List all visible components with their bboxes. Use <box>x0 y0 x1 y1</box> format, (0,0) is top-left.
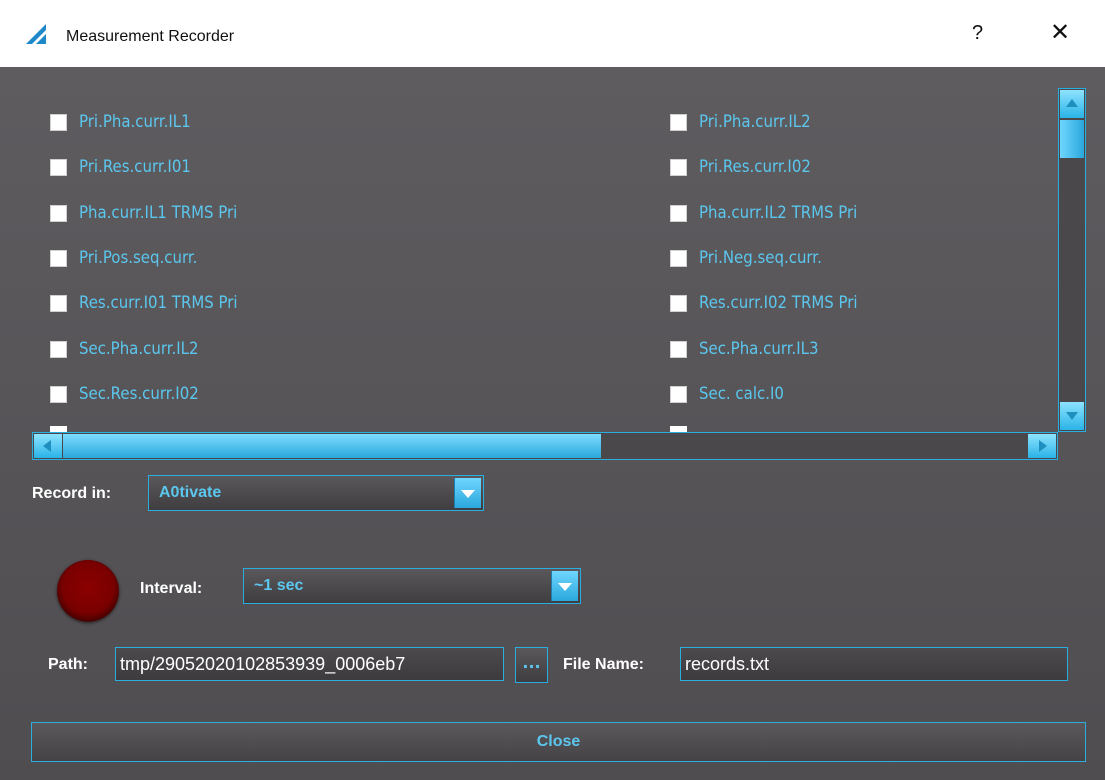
measurement-item[interactable]: Pha.curr.IL1 TRMS Pri <box>50 201 259 225</box>
checkbox[interactable] <box>50 113 67 131</box>
title-bar: Measurement Recorder ? ✕ <box>0 0 1105 67</box>
measurement-list: Pri.Pha.curr.IL1 Pri.Res.curr.I01 Pha.cu… <box>32 88 1058 432</box>
scroll-right-button[interactable] <box>1028 434 1056 458</box>
interval-dropdown[interactable]: ~1 sec <box>243 568 581 604</box>
measurement-item[interactable]: Sec.Res.curr.I02 <box>50 382 215 406</box>
checkbox[interactable] <box>670 294 687 312</box>
checkbox[interactable] <box>50 158 67 176</box>
measurement-label: Pha.curr.IL2 TRMS Pri <box>699 203 858 223</box>
scroll-up-button[interactable] <box>1060 90 1084 118</box>
checkbox[interactable] <box>670 340 687 358</box>
arrow-up-icon <box>1066 99 1078 107</box>
measurement-label: Pri.Pos.seq.curr. <box>79 248 198 268</box>
measurement-item[interactable]: Res.curr.I02 TRMS Pri <box>670 291 879 315</box>
arrow-left-icon <box>43 440 51 452</box>
measurement-label: Res.curr.I01 TRMS Pri <box>79 293 238 313</box>
measurement-item[interactable]: Pri.Pos.seq.curr. <box>50 246 214 270</box>
checkbox[interactable] <box>50 385 67 403</box>
record-in-label: Record in: <box>32 485 112 502</box>
close-button[interactable]: Close <box>31 722 1086 762</box>
checkbox[interactable] <box>50 294 67 312</box>
measurement-label: Sec.Pha.curr.IL3 <box>699 339 819 359</box>
record-in-dropdown[interactable]: A0tivate <box>148 475 484 511</box>
measurement-item[interactable]: Pri.Neg.seq.curr. <box>670 246 839 270</box>
record-button[interactable] <box>57 560 119 622</box>
measurement-item[interactable]: Res.curr.I01 TRMS Pri <box>50 291 259 315</box>
checkbox[interactable] <box>670 158 687 176</box>
chevron-down-icon <box>558 583 572 591</box>
measurement-item[interactable]: Pha.curr.IL2 TRMS Pri <box>670 201 879 225</box>
close-window-button[interactable]: ✕ <box>1050 18 1070 47</box>
record-in-value: A0tivate <box>159 484 222 501</box>
horizontal-scrollbar[interactable] <box>32 432 1058 460</box>
file-name-label: File Name: <box>563 656 644 673</box>
measurement-label: Sec.Res.curr.I02 <box>79 384 199 404</box>
browse-button[interactable]: ... <box>515 647 548 683</box>
measurement-item[interactable]: Pri.Pha.curr.IL1 <box>50 110 206 134</box>
checkbox[interactable] <box>670 113 687 131</box>
path-field[interactable]: tmp/29052020102853939_0006eb7 <box>115 647 504 681</box>
measurement-label: Pri.Res.curr.I02 <box>699 157 811 177</box>
checkbox[interactable] <box>670 385 687 403</box>
measurement-item[interactable]: Sec.Pha.curr.IL3 <box>670 337 835 361</box>
checkbox[interactable] <box>50 204 67 222</box>
path-label: Path: <box>48 656 88 673</box>
measurement-label: Pri.Neg.seq.curr. <box>699 248 822 268</box>
dropdown-arrow-button[interactable] <box>551 571 578 601</box>
interval-label: Interval: <box>140 580 203 597</box>
measurement-item[interactable]: Pri.Res.curr.I02 <box>670 155 826 179</box>
chevron-down-icon <box>461 490 475 498</box>
measurement-label: Res.curr.I02 TRMS Pri <box>699 293 858 313</box>
window-title: Measurement Recorder <box>66 28 235 45</box>
measurement-label: Sec.Pha.curr.IL2 <box>79 339 199 359</box>
measurement-label: Pha.curr.IL1 TRMS Pri <box>79 203 238 223</box>
checkbox[interactable] <box>50 249 67 267</box>
app-logo-icon <box>26 24 46 44</box>
arrow-down-icon <box>1066 412 1078 420</box>
measurement-label: Sec. calc.I0 <box>699 384 784 404</box>
measurement-label: Pri.Res.curr.I01 <box>79 157 191 177</box>
measurement-item[interactable]: Pri.Pha.curr.IL2 <box>670 110 826 134</box>
dropdown-arrow-button[interactable] <box>454 478 481 508</box>
scroll-left-button[interactable] <box>34 434 62 458</box>
arrow-right-icon <box>1039 440 1047 452</box>
vertical-scroll-thumb[interactable] <box>1060 120 1084 158</box>
measurement-label: Pri.Pha.curr.IL2 <box>699 112 811 132</box>
measurement-item[interactable]: Sec. calc.I0 <box>670 382 795 406</box>
file-name-field[interactable]: records.txt <box>680 647 1068 681</box>
interval-value: ~1 sec <box>254 577 304 594</box>
horizontal-scroll-thumb[interactable] <box>63 434 601 458</box>
checkbox[interactable] <box>670 204 687 222</box>
checkbox[interactable] <box>50 340 67 358</box>
measurement-item[interactable]: Pri.Res.curr.I01 <box>50 155 206 179</box>
help-button[interactable]: ? <box>972 22 983 45</box>
scroll-down-button[interactable] <box>1060 402 1084 430</box>
measurement-label: Pri.Pha.curr.IL1 <box>79 112 191 132</box>
measurement-item[interactable]: Sec.Pha.curr.IL2 <box>50 337 215 361</box>
checkbox[interactable] <box>670 249 687 267</box>
vertical-scrollbar[interactable] <box>1058 88 1086 432</box>
